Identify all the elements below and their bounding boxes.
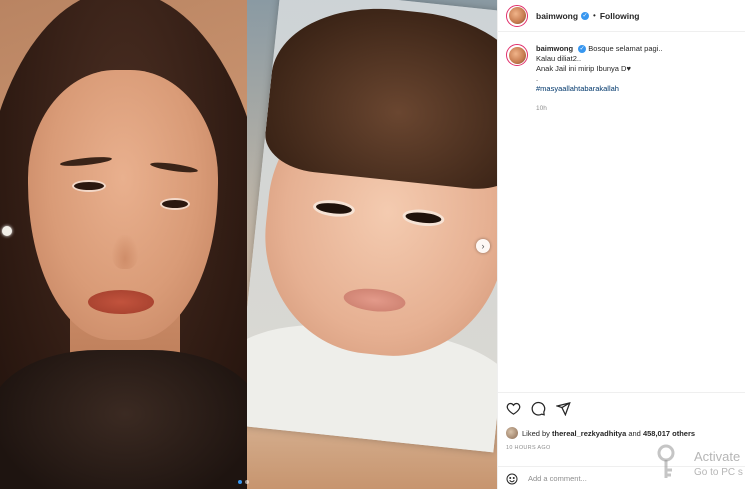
watermark-line-1: Activate [694,449,741,464]
separator-dot: • [593,11,596,20]
caption: baimwong ✓ Bosque selamat pagi.. Kalau d… [506,44,738,114]
watermark-line-2: Go to PC s [694,467,743,478]
following-button[interactable]: Following [600,11,640,21]
caption-line-1: Bosque selamat pagi.. [588,44,663,53]
likes-summary: Liked by thereal_rezkyadhitya and 458,01… [506,427,695,439]
post-media[interactable]: › [0,0,497,489]
activate-windows-watermark: Activate Go to PC s [652,440,745,489]
caption-line-3: Anak Jail ini mirip Ibunya D♥ [536,64,631,73]
caption-age: 10h [536,105,547,112]
carousel-next-button[interactable]: › [476,239,490,253]
caption-avatar[interactable] [506,44,528,66]
photo-woman [0,0,247,489]
liked-by-and: and [628,428,641,438]
liked-by-prefix: Liked by [522,428,550,438]
post-sidebar: baimwong ✓ • Following baimwong ✓ Bosque… [497,0,745,489]
share-icon[interactable] [556,401,571,416]
post-timestamp: 10 HOURS AGO [506,445,551,451]
liked-by-user-link[interactable]: thereal_rezkyadhitya [552,429,626,438]
earring [2,226,12,236]
likes-count-link[interactable]: 458,017 others [643,429,695,438]
caption-line-4: . [536,74,539,83]
carousel-dots [238,480,249,484]
carousel-dot-active [238,480,242,484]
comment-icon[interactable] [531,401,546,416]
heart-icon[interactable] [506,401,521,416]
username-link[interactable]: baimwong [536,11,578,21]
avatar[interactable] [506,4,528,27]
carousel-dot [245,480,249,484]
liker-avatar[interactable] [506,427,518,439]
photo-child [247,0,497,489]
caption-line-2: Kalau diliat2.. [536,54,582,63]
verified-badge-icon: ✓ [581,11,590,20]
post-header: baimwong ✓ • Following [498,0,745,32]
action-icons [506,401,571,416]
hashtag-link[interactable]: #masyaallahtabarakallah [536,84,663,94]
key-icon [657,444,675,478]
verified-badge-icon: ✓ [578,45,587,54]
comment-input[interactable] [528,474,648,483]
caption-username-link[interactable]: baimwong [536,44,573,53]
emoji-icon[interactable] [506,473,518,485]
